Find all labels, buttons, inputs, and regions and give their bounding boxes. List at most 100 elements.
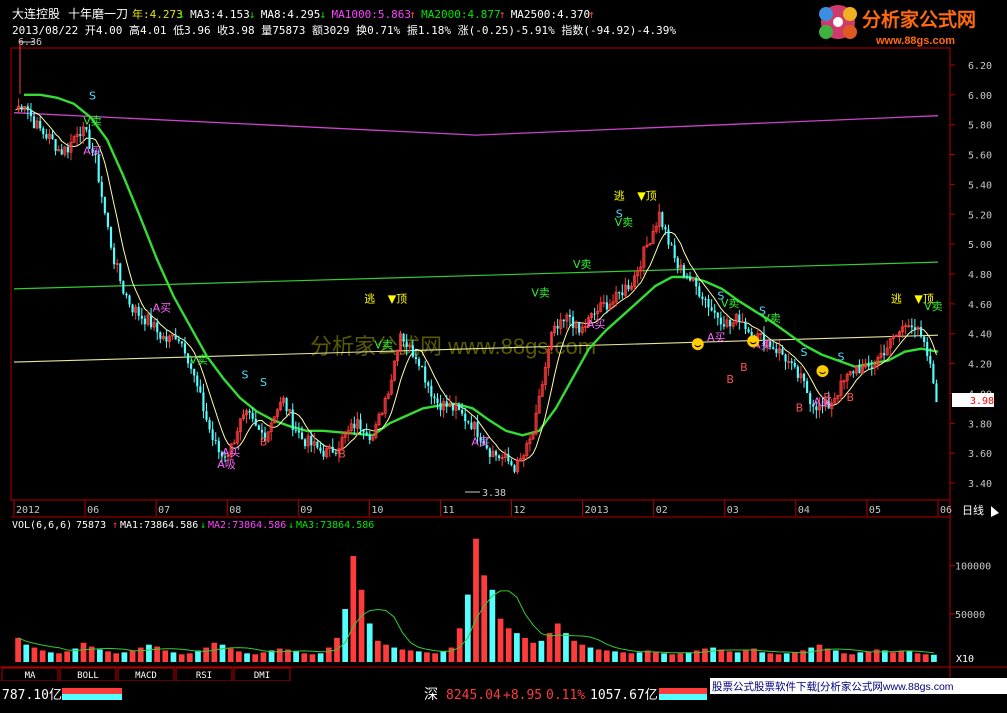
signal-label: B	[823, 391, 831, 404]
signal-label: ▼顶	[637, 189, 656, 202]
candle-body	[414, 356, 418, 360]
candle-body	[676, 258, 679, 269]
volume-bar	[497, 618, 504, 662]
volume-bar	[219, 644, 226, 662]
logo-title: 分析家公式网	[862, 8, 976, 31]
candle-body	[316, 441, 319, 448]
candle-body	[439, 402, 442, 410]
ma-arrow-icon: ↓	[249, 8, 256, 21]
volume-bar	[31, 647, 38, 662]
volume-bar	[931, 654, 937, 662]
volume-bar	[146, 644, 152, 662]
signal-label: V卖	[83, 115, 102, 128]
candle-body	[193, 368, 196, 376]
candle-body	[156, 322, 159, 333]
candle-body	[571, 316, 575, 328]
date-tick-label: 11	[442, 505, 454, 516]
vol-value: 75873	[76, 520, 106, 531]
low-label: 3.38	[482, 488, 506, 499]
vol-unit: X10	[956, 654, 974, 665]
volume-bar	[522, 637, 528, 662]
candle-body	[214, 439, 217, 441]
candle-body	[411, 345, 414, 357]
ma-arrow-icon: ↑	[409, 8, 416, 21]
volume-bar	[415, 651, 422, 662]
candle-body	[303, 439, 307, 447]
candle-body	[180, 341, 183, 344]
ma-arrow-icon: ↑	[588, 8, 595, 21]
candle-body	[60, 149, 63, 155]
candle-body	[870, 366, 873, 368]
candle-body	[790, 361, 793, 364]
candle-body	[106, 213, 110, 227]
volume-bar	[293, 651, 299, 662]
last-price-label: 3.98	[970, 396, 994, 407]
candle-body	[100, 181, 103, 197]
volume-bar	[383, 644, 389, 662]
volume-bar	[775, 654, 782, 662]
volume-bar	[628, 653, 635, 662]
candle-body	[353, 423, 356, 429]
candle-body	[457, 404, 461, 411]
signal-label: V卖	[573, 258, 592, 271]
volume-bar	[661, 653, 667, 662]
vol-ma-arrow-icon: ↓	[288, 520, 294, 531]
tab-label: RSI	[196, 671, 212, 681]
volume-bar	[236, 651, 242, 662]
volume-bar	[301, 653, 308, 662]
signal-label: B	[796, 401, 804, 414]
candle-body	[507, 454, 510, 462]
candle-body	[562, 319, 565, 322]
candle-body	[627, 285, 630, 290]
formula-name: 十年磨一刀	[68, 7, 128, 21]
candle-body	[257, 425, 260, 430]
volume-bar	[366, 623, 373, 662]
sz-pct: 0.11%	[546, 688, 585, 703]
candle-body	[368, 435, 371, 441]
signal-label: A买	[587, 318, 606, 331]
candle-body	[79, 134, 82, 136]
candle-body	[494, 451, 498, 456]
candle-body	[775, 348, 778, 353]
candle-body	[556, 326, 559, 329]
candle-body	[716, 312, 719, 318]
candle-body	[744, 321, 747, 330]
candle-body	[682, 265, 685, 277]
volume-bar	[579, 644, 586, 662]
stock-chart-window: 大连控股 十年磨一刀 年:4.273↓ MA3:4.153 ↓ MA8:4.295 ↓ M…	[0, 0, 1007, 713]
vol-tick-label: 50000	[955, 610, 985, 621]
candle-body	[103, 196, 106, 214]
signal-label: S	[801, 346, 808, 359]
price-tick-label: 5.20	[968, 210, 992, 221]
candle-body	[673, 245, 676, 259]
period-label[interactable]: 日线	[962, 503, 984, 517]
candle-body	[51, 134, 54, 140]
ticker-text[interactable]: 股票公式股票软件下载[分析家公式网www.88gs.com	[712, 680, 954, 693]
candle-body	[251, 412, 254, 419]
vol-ma-arrow-icon: ↑	[112, 520, 118, 531]
volume-bar	[105, 651, 111, 662]
ma-header: 年:4.273↓ MA3:4.153 ↓ MA8:4.295 ↓ MA1000:5.863…	[132, 7, 595, 21]
volume-bar	[129, 650, 136, 662]
volume-bar	[865, 651, 872, 662]
candle-body	[593, 313, 596, 315]
volume-bar	[906, 651, 913, 662]
sz-amount: 1057.67亿	[590, 688, 658, 703]
candle-body	[510, 461, 513, 466]
tab-label: MA	[25, 671, 36, 681]
candle-body	[935, 383, 938, 403]
tab-label: DMI	[254, 671, 270, 681]
volume-bar	[832, 650, 839, 662]
signal-label: B	[740, 361, 748, 374]
volume-bar	[391, 647, 398, 662]
ma-arrow-icon: ↓	[178, 8, 185, 21]
candle-body	[331, 446, 334, 453]
volume-bar	[677, 653, 684, 662]
volume-bar	[432, 653, 438, 662]
signal-label: B	[726, 373, 734, 386]
vol-ma-item: MA1:73864.586	[120, 520, 198, 531]
volume-bar	[195, 650, 201, 662]
signal-label: V卖	[762, 312, 781, 325]
candle-body	[685, 276, 689, 278]
signal-label: A买	[707, 331, 726, 344]
